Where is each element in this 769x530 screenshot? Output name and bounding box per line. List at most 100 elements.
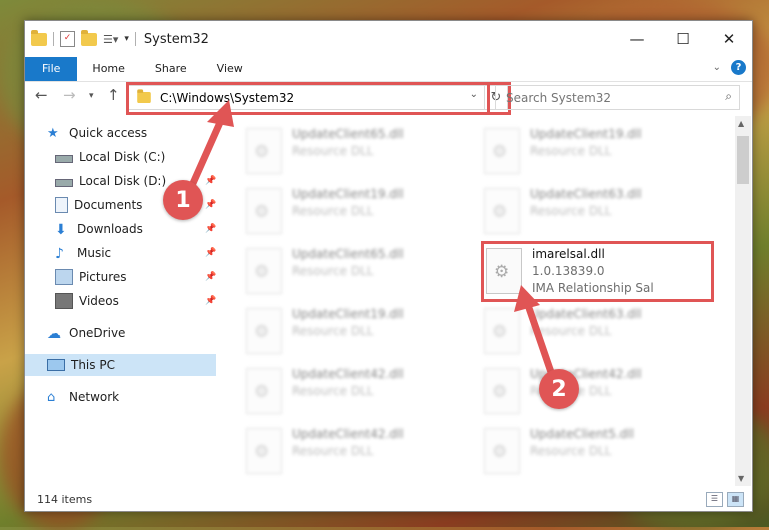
- sidebar-item-label: Pictures: [79, 270, 127, 284]
- scroll-down-icon[interactable]: ▼: [738, 474, 744, 483]
- sidebar-item-local-disk-c[interactable]: Local Disk (C:): [55, 146, 165, 168]
- details-view-icon[interactable]: ☰: [706, 492, 723, 507]
- sidebar-item-label: This PC: [71, 358, 115, 372]
- sidebar-item-quick-access[interactable]: ★ Quick access: [47, 122, 147, 144]
- back-arrow-icon[interactable]: ←: [35, 86, 48, 104]
- star-icon: ★: [47, 126, 59, 141]
- minimize-button[interactable]: —: [614, 21, 660, 57]
- toolbar-dropdown-icon[interactable]: ▾: [124, 34, 129, 44]
- close-button[interactable]: ✕: [706, 21, 752, 57]
- file-item[interactable]: UpdateClient19.dll Resource DLL: [484, 124, 709, 180]
- window-controls: — ☐ ✕: [614, 21, 752, 57]
- dll-file-icon: [484, 428, 520, 474]
- file-item[interactable]: UpdateClient63.dll Resource DLL: [484, 184, 709, 240]
- computer-icon: [47, 359, 65, 371]
- dll-file-icon: [246, 128, 282, 174]
- drive-icon: [55, 179, 73, 187]
- file-name: UpdateClient19.dll: [292, 307, 404, 321]
- file-item[interactable]: UpdateClient19.dll Resource DLL: [246, 304, 471, 360]
- file-name: UpdateClient65.dll: [292, 247, 404, 261]
- file-item[interactable]: UpdateClient65.dll Resource DLL: [246, 244, 471, 300]
- recent-locations-icon[interactable]: ▾: [89, 91, 94, 101]
- pin-icon[interactable]: 📌: [205, 176, 216, 186]
- file-name: UpdateClient5.dll: [530, 427, 634, 441]
- dll-file-icon: [484, 128, 520, 174]
- sidebar-item-local-disk-d[interactable]: Local Disk (D:): [55, 170, 166, 192]
- sidebar-item-label: Network: [69, 390, 120, 404]
- sidebar-item-downloads[interactable]: ⬇ Downloads: [55, 218, 143, 240]
- search-box[interactable]: ⌕: [495, 85, 740, 110]
- address-highlight-box: [126, 82, 490, 115]
- download-icon: ⬇: [55, 222, 67, 238]
- pictures-icon: [55, 269, 73, 285]
- folder-icon: [31, 29, 47, 46]
- dll-file-icon: [484, 368, 520, 414]
- dll-file-icon: [246, 428, 282, 474]
- pin-icon[interactable]: 📌: [205, 272, 216, 282]
- scroll-up-icon[interactable]: ▲: [738, 119, 744, 128]
- sidebar-item-network[interactable]: ⌂ Network: [47, 386, 119, 408]
- help-icon[interactable]: ?: [731, 60, 746, 75]
- tab-home[interactable]: Home: [77, 57, 139, 81]
- pin-icon[interactable]: 📌: [205, 200, 216, 210]
- sidebar-item-label: Videos: [79, 294, 119, 308]
- navigation-bar: ← → ▾ ↑ ⌄ ↻ ⌕: [25, 82, 752, 115]
- sidebar-item-music[interactable]: ♪ Music: [55, 242, 111, 264]
- dll-file-icon: [246, 188, 282, 234]
- sidebar-item-label: Downloads: [77, 222, 143, 236]
- step-badge-1: 1: [163, 180, 203, 220]
- sidebar-item-documents[interactable]: Documents: [55, 194, 142, 216]
- navigation-pane: ★ Quick access Local Disk (C:) Local Dis…: [25, 116, 216, 486]
- sidebar-item-label: Local Disk (C:): [79, 150, 166, 164]
- file-item[interactable]: UpdateClient5.dll Resource DLL: [484, 424, 709, 480]
- file-type: Resource DLL: [292, 444, 374, 458]
- pin-icon[interactable]: 📌: [205, 296, 216, 306]
- window-title: System32: [143, 31, 209, 47]
- quick-access-toolbar: ✓ ☰▾ ▾: [31, 29, 135, 47]
- sidebar-item-onedrive[interactable]: ☁ OneDrive: [47, 322, 125, 344]
- new-folder-icon[interactable]: [81, 29, 97, 46]
- up-arrow-icon[interactable]: ↑: [107, 86, 120, 104]
- file-type: Resource DLL: [292, 264, 374, 278]
- pin-icon[interactable]: 📌: [205, 248, 216, 258]
- forward-arrow-icon[interactable]: →: [63, 86, 76, 104]
- sidebar-item-videos[interactable]: Videos: [55, 290, 119, 312]
- customize-toolbar-icon[interactable]: ☰▾: [103, 33, 118, 46]
- file-item[interactable]: UpdateClient19.dll Resource DLL: [246, 184, 471, 240]
- tab-share[interactable]: Share: [140, 57, 202, 81]
- dll-file-icon: [484, 308, 520, 354]
- file-item[interactable]: UpdateClient42.dllResource DLL: [246, 364, 471, 420]
- tab-view[interactable]: View: [202, 57, 258, 81]
- music-icon: ♪: [55, 246, 64, 262]
- maximize-button[interactable]: ☐: [660, 21, 706, 57]
- sidebar-item-label: Music: [77, 246, 112, 260]
- file-item[interactable]: UpdateClient65.dll Resource DLL: [246, 124, 471, 180]
- file-item[interactable]: UpdateClient63.dll Resource DLL: [484, 304, 709, 360]
- file-item[interactable]: UpdateClient42.dll Resource DLL: [246, 424, 471, 480]
- dll-file-icon: [246, 368, 282, 414]
- properties-icon[interactable]: ✓: [60, 31, 75, 47]
- scrollbar-thumb[interactable]: [737, 136, 749, 184]
- step-badge-2: 2: [539, 369, 579, 409]
- sidebar-item-this-pc[interactable]: This PC: [25, 354, 216, 376]
- file-name: UpdateClient19.dll: [530, 127, 642, 141]
- documents-icon: [55, 197, 68, 213]
- videos-icon: [55, 293, 73, 309]
- search-icon[interactable]: ⌕: [725, 89, 732, 104]
- ribbon-right-controls: ⌄ ?: [713, 60, 746, 75]
- sidebar-item-label: Documents: [74, 198, 143, 212]
- large-icons-view-icon[interactable]: ▦: [727, 492, 744, 507]
- tab-file[interactable]: File: [25, 57, 78, 81]
- file-name: UpdateClient65.dll: [292, 127, 404, 141]
- search-input[interactable]: [504, 89, 708, 106]
- expand-ribbon-icon[interactable]: ⌄: [713, 62, 721, 73]
- vertical-scrollbar[interactable]: ▲ ▼: [735, 116, 751, 486]
- file-name: UpdateClient42.dll: [292, 427, 404, 441]
- pin-icon[interactable]: 📌: [205, 224, 216, 234]
- file-type: Resource DLL: [292, 204, 374, 218]
- sidebar-item-pictures[interactable]: Pictures: [55, 266, 127, 288]
- view-toggle: ☰ ▦: [702, 492, 744, 507]
- sidebar-item-label: OneDrive: [69, 326, 126, 340]
- file-item[interactable]: UpdateClient42.dllResource DLL: [484, 364, 709, 420]
- file-type: Resource DLL: [530, 204, 612, 218]
